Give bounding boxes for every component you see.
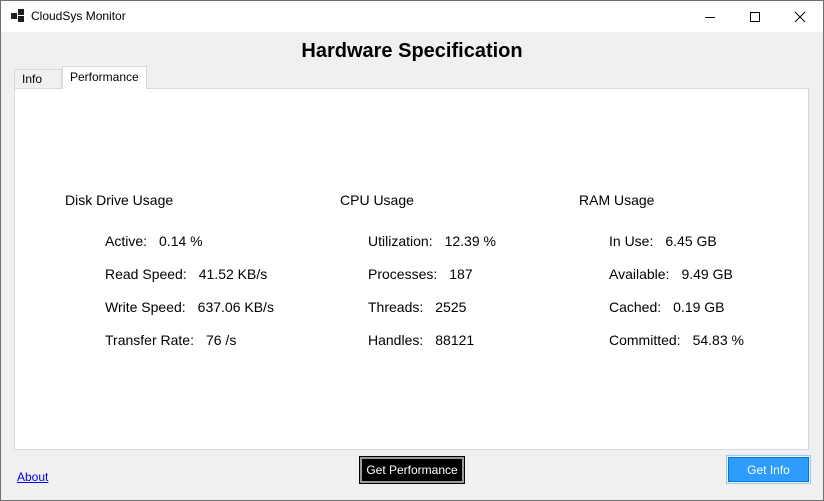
ram-inuse-row: In Use: 6.45 GB — [609, 233, 717, 249]
ram-available-value: 9.49 GB — [681, 266, 733, 282]
get-info-button[interactable]: Get Info — [726, 455, 811, 484]
performance-panel: Disk Drive Usage Active: 0.14 % Read Spee… — [14, 88, 809, 450]
cpu-utilization-value: 12.39 % — [444, 233, 496, 249]
cpu-handles-label: Handles: — [368, 332, 424, 348]
disk-transfer-row: Transfer Rate: 76 /s — [105, 332, 236, 348]
maximize-icon — [750, 11, 760, 22]
disk-write-row: Write Speed: 637.06 KB/s — [105, 299, 274, 315]
ram-committed-label: Committed: — [609, 332, 681, 348]
tab-info[interactable]: Info — [14, 69, 62, 88]
cpu-section-title: CPU Usage — [340, 192, 414, 208]
cpu-handles-row: Handles: 88121 — [368, 332, 474, 348]
cpu-threads-value: 2525 — [435, 299, 467, 315]
app-icon — [11, 9, 25, 23]
close-button[interactable] — [777, 1, 823, 32]
ram-available-row: Available: 9.49 GB — [609, 266, 733, 282]
title-bar[interactable]: CloudSys Monitor — [1, 1, 823, 32]
disk-active-value: 0.14 % — [159, 233, 203, 249]
app-window: CloudSys Monitor Hardware Specification … — [0, 0, 824, 501]
disk-read-value: 41.52 KB/s — [198, 266, 268, 282]
cpu-utilization-label: Utilization: — [368, 233, 433, 249]
disk-write-label: Write Speed: — [105, 299, 186, 315]
ram-cached-row: Cached: 0.19 GB — [609, 299, 725, 315]
disk-read-label: Read Speed: — [105, 266, 187, 282]
cpu-threads-row: Threads: 2525 — [368, 299, 466, 315]
cpu-utilization-row: Utilization: 12.39 % — [368, 233, 496, 249]
maximize-button[interactable] — [732, 1, 778, 32]
ram-committed-row: Committed: 54.83 % — [609, 332, 744, 348]
ram-cached-value: 0.19 GB — [673, 299, 725, 315]
ram-cached-label: Cached: — [609, 299, 662, 315]
disk-transfer-label: Transfer Rate: — [105, 332, 194, 348]
minimize-icon — [705, 16, 715, 18]
disk-active-label: Active: — [105, 233, 148, 249]
cpu-threads-label: Threads: — [368, 299, 424, 315]
cpu-processes-value: 187 — [449, 266, 473, 282]
minimize-button[interactable] — [687, 1, 733, 32]
about-link[interactable]: About — [17, 470, 48, 484]
disk-write-value: 637.06 KB/s — [197, 299, 274, 315]
disk-active-row: Active: 0.14 % — [105, 233, 203, 249]
page-title: Hardware Specification — [301, 40, 523, 62]
cpu-handles-value: 88121 — [435, 332, 475, 348]
window-title: CloudSys Monitor — [31, 9, 126, 23]
disk-section-title: Disk Drive Usage — [65, 192, 174, 208]
disk-transfer-value: 76 /s — [205, 332, 237, 348]
ram-available-label: Available: — [609, 266, 670, 282]
ram-committed-value: 54.83 % — [692, 332, 744, 348]
disk-read-row: Read Speed: 41.52 KB/s — [105, 266, 267, 282]
cpu-processes-row: Processes: 187 — [368, 266, 473, 282]
ram-section-title: RAM Usage — [579, 192, 655, 208]
get-performance-button[interactable]: Get Performance — [359, 456, 465, 484]
close-icon — [794, 11, 806, 22]
ram-inuse-value: 6.45 GB — [665, 233, 717, 249]
cpu-processes-label: Processes: — [368, 266, 438, 282]
tab-performance[interactable]: Performance — [62, 66, 147, 89]
ram-inuse-label: In Use: — [609, 233, 654, 249]
